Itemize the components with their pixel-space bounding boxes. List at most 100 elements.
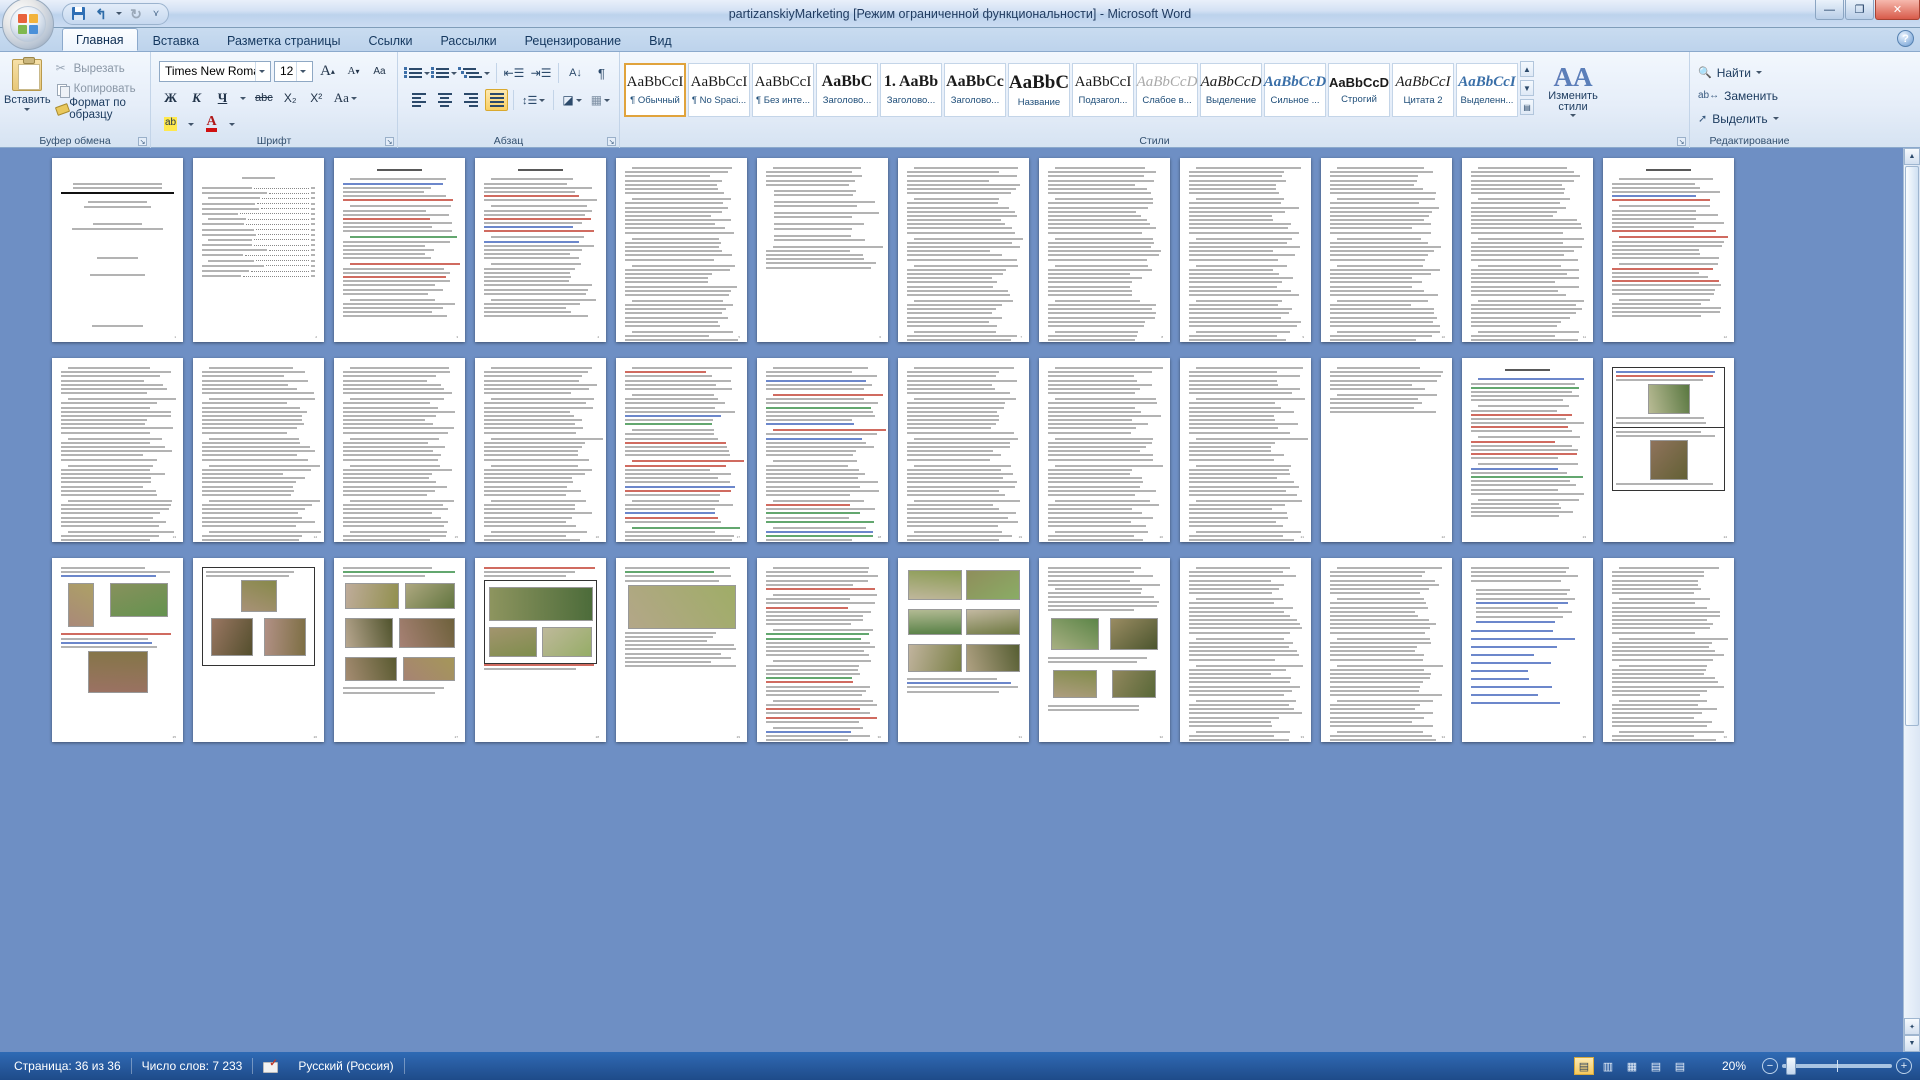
paragraph-dialog-launcher[interactable]: ↘ [607, 137, 616, 146]
page-thumbnail[interactable]: 19 [898, 358, 1029, 542]
change-styles-button[interactable]: AA Изменить стили [1544, 61, 1602, 117]
sort-button[interactable]: A↓ [564, 62, 587, 84]
paste-button[interactable]: Вставить [4, 55, 51, 111]
style-card-3[interactable]: AaBbCЗаголово... [816, 63, 878, 117]
page-thumbnail[interactable]: 33 [1180, 558, 1311, 742]
page-thumbnail[interactable]: 15 [334, 358, 465, 542]
word-count-status[interactable]: Число слов: 7 233 [132, 1056, 253, 1076]
page-thumbnail[interactable]: 30 [757, 558, 888, 742]
page-thumbnail[interactable]: 8 [1039, 158, 1170, 342]
view-full-screen-reading-button[interactable]: ▥ [1598, 1057, 1618, 1075]
proofing-status[interactable] [253, 1056, 288, 1076]
font-color-dropdown[interactable] [226, 113, 238, 135]
undo-dropdown[interactable] [114, 5, 123, 23]
page-thumbnail[interactable]: 23 [1462, 358, 1593, 542]
line-spacing-button[interactable]: ↕☰ [519, 89, 548, 111]
styles-scroll-down-button[interactable]: ▼ [1520, 80, 1534, 96]
bullets-button[interactable] [407, 62, 431, 84]
page-thumbnail[interactable]: 21 [1180, 358, 1311, 542]
page-thumbnail[interactable]: 4 [475, 158, 606, 342]
format-painter-button[interactable]: Формат по образцу [51, 99, 146, 119]
page-thumbnail[interactable]: 28 [475, 558, 606, 742]
clipboard-dialog-launcher[interactable]: ↘ [138, 137, 147, 146]
highlight-dropdown[interactable] [185, 113, 197, 135]
undo-button[interactable]: ↰ [91, 5, 111, 23]
zoom-out-button[interactable]: − [1762, 1058, 1778, 1074]
tab-insert[interactable]: Вставка [140, 30, 212, 51]
page-thumbnail[interactable]: 35 [1462, 558, 1593, 742]
page-thumbnail[interactable]: 18 [757, 358, 888, 542]
style-card-9[interactable]: AaBbCcDВыделение [1200, 63, 1262, 117]
page-thumbnail[interactable]: 16 [475, 358, 606, 542]
style-card-6[interactable]: AaBbCНазвание [1008, 63, 1070, 117]
page-thumbnail[interactable]: 25 [52, 558, 183, 742]
zoom-slider-handle[interactable] [1786, 1057, 1796, 1075]
highlight-button[interactable]: ab [159, 113, 182, 135]
align-center-button[interactable] [433, 89, 456, 111]
font-dialog-launcher[interactable]: ↘ [385, 137, 394, 146]
tab-mailings[interactable]: Рассылки [427, 30, 509, 51]
strikethrough-button[interactable]: abc [252, 87, 276, 109]
maximize-button[interactable]: ❐ [1845, 0, 1874, 20]
show-marks-button[interactable]: ¶ [590, 62, 613, 84]
style-card-4[interactable]: 1. AaBbЗаголово... [880, 63, 942, 117]
zoom-in-button[interactable]: + [1896, 1058, 1912, 1074]
style-card-8[interactable]: AaBbCcDСлабое в... [1136, 63, 1198, 117]
tab-home[interactable]: Главная [62, 28, 138, 51]
style-card-0[interactable]: AaBbCcI¶ Обычный [624, 63, 686, 117]
page-thumbnail[interactable]: 12 [1603, 158, 1734, 342]
page-thumbnail[interactable]: 22 [1321, 358, 1452, 542]
copy-button[interactable]: Копировать [51, 79, 146, 99]
page-thumbnail[interactable]: 1 [52, 158, 183, 342]
customize-qat-button[interactable]: ⋎ [149, 5, 163, 23]
page-thumbnail[interactable]: 27 [334, 558, 465, 742]
tab-references[interactable]: Ссылки [355, 30, 425, 51]
office-button[interactable] [2, 0, 54, 50]
scroll-up-button[interactable]: ▲ [1904, 148, 1920, 165]
subscript-button[interactable]: X₂ [279, 87, 302, 109]
style-card-7[interactable]: AaBbCcIПодзагол... [1072, 63, 1134, 117]
page-thumbnail[interactable]: 9 [1180, 158, 1311, 342]
style-card-12[interactable]: AaBbCcIЦитата 2 [1392, 63, 1454, 117]
page-thumbnail[interactable]: 31 [898, 558, 1029, 742]
save-button[interactable] [68, 5, 88, 23]
view-draft-button[interactable]: ▤ [1670, 1057, 1690, 1075]
style-card-13[interactable]: AaBbCcIВыделенн... [1456, 63, 1518, 117]
font-size-combo[interactable]: 12 [274, 61, 313, 82]
style-card-2[interactable]: AaBbCcI¶ Без инте... [752, 63, 814, 117]
page-thumbnail[interactable]: 14 [193, 358, 324, 542]
styles-more-button[interactable]: ▤ [1520, 99, 1534, 115]
view-outline-button[interactable]: ▤ [1646, 1057, 1666, 1075]
font-name-combo[interactable]: Times New Roman [159, 61, 271, 82]
superscript-button[interactable]: X² [305, 87, 328, 109]
page-thumbnail[interactable]: 11 [1462, 158, 1593, 342]
align-right-button[interactable] [459, 89, 482, 111]
styles-scroll-up-button[interactable]: ▲ [1520, 61, 1534, 77]
numbering-button[interactable] [434, 62, 458, 84]
style-card-5[interactable]: AaBbCcЗаголово... [944, 63, 1006, 117]
underline-dropdown[interactable] [237, 87, 249, 109]
page-thumbnail[interactable]: 36 [1603, 558, 1734, 742]
page-thumbnail[interactable]: 3 [334, 158, 465, 342]
font-color-button[interactable]: A [200, 113, 223, 135]
styles-dialog-launcher[interactable]: ↘ [1677, 137, 1686, 146]
shrink-font-button[interactable]: A▾ [342, 60, 365, 82]
shading-button[interactable]: ◪ [559, 89, 584, 111]
redo-button[interactable]: ↻ [126, 5, 146, 23]
page-number-status[interactable]: Страница: 36 из 36 [4, 1056, 131, 1076]
align-left-button[interactable] [407, 89, 430, 111]
page-thumbnail[interactable]: 6 [757, 158, 888, 342]
minimize-button[interactable]: — [1815, 0, 1844, 20]
align-justify-button[interactable] [485, 89, 508, 111]
cut-button[interactable]: Вырезать [51, 59, 146, 79]
page-thumbnail[interactable]: 13 [52, 358, 183, 542]
language-status[interactable]: Русский (Россия) [288, 1056, 403, 1076]
grow-font-button[interactable]: A▴ [316, 60, 339, 82]
view-print-layout-button[interactable]: ▤ [1574, 1057, 1594, 1075]
increase-indent-button[interactable]: ⇥☰ [529, 62, 553, 84]
page-thumbnail[interactable]: 20 [1039, 358, 1170, 542]
style-card-10[interactable]: AaBbCcDСильное ... [1264, 63, 1326, 117]
vertical-scrollbar[interactable]: ▲ ✦ ▼ [1903, 148, 1920, 1052]
tab-page-layout[interactable]: Разметка страницы [214, 30, 353, 51]
page-thumbnail[interactable]: 17 [616, 358, 747, 542]
